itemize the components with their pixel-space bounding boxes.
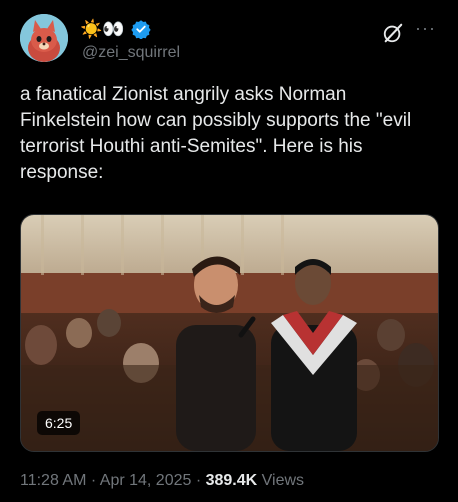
views-count[interactable]: 389.4K: [206, 472, 258, 489]
squirrel-avatar-icon[interactable]: [20, 14, 68, 62]
meta-separator-2: ·: [191, 472, 206, 489]
meta-separator: ·: [86, 472, 100, 489]
tweet-header: ☀️👀 @zei_squirrel ···: [20, 14, 440, 68]
post-time[interactable]: 11:28 AM: [20, 472, 86, 489]
author-handle[interactable]: @zei_squirrel: [82, 44, 180, 62]
display-name-emoji: ☀️👀: [80, 19, 125, 39]
views-label: Views: [257, 472, 305, 489]
video-thumbnail: [21, 215, 438, 451]
verified-badge-icon: [131, 20, 151, 39]
grok-icon[interactable]: [382, 22, 404, 44]
tweet-text: a fanatical Zionist angrily asks Norman …: [20, 84, 412, 183]
more-options-icon[interactable]: ···: [415, 18, 436, 39]
video-player[interactable]: 6:25: [20, 214, 439, 452]
video-duration: 6:25: [37, 411, 81, 435]
tweet-meta: 11:28 AM · Apr 14, 2025 · 389.4K Views: [20, 472, 304, 490]
display-name[interactable]: ☀️👀: [80, 18, 151, 40]
post-date[interactable]: Apr 14, 2025: [100, 472, 192, 489]
